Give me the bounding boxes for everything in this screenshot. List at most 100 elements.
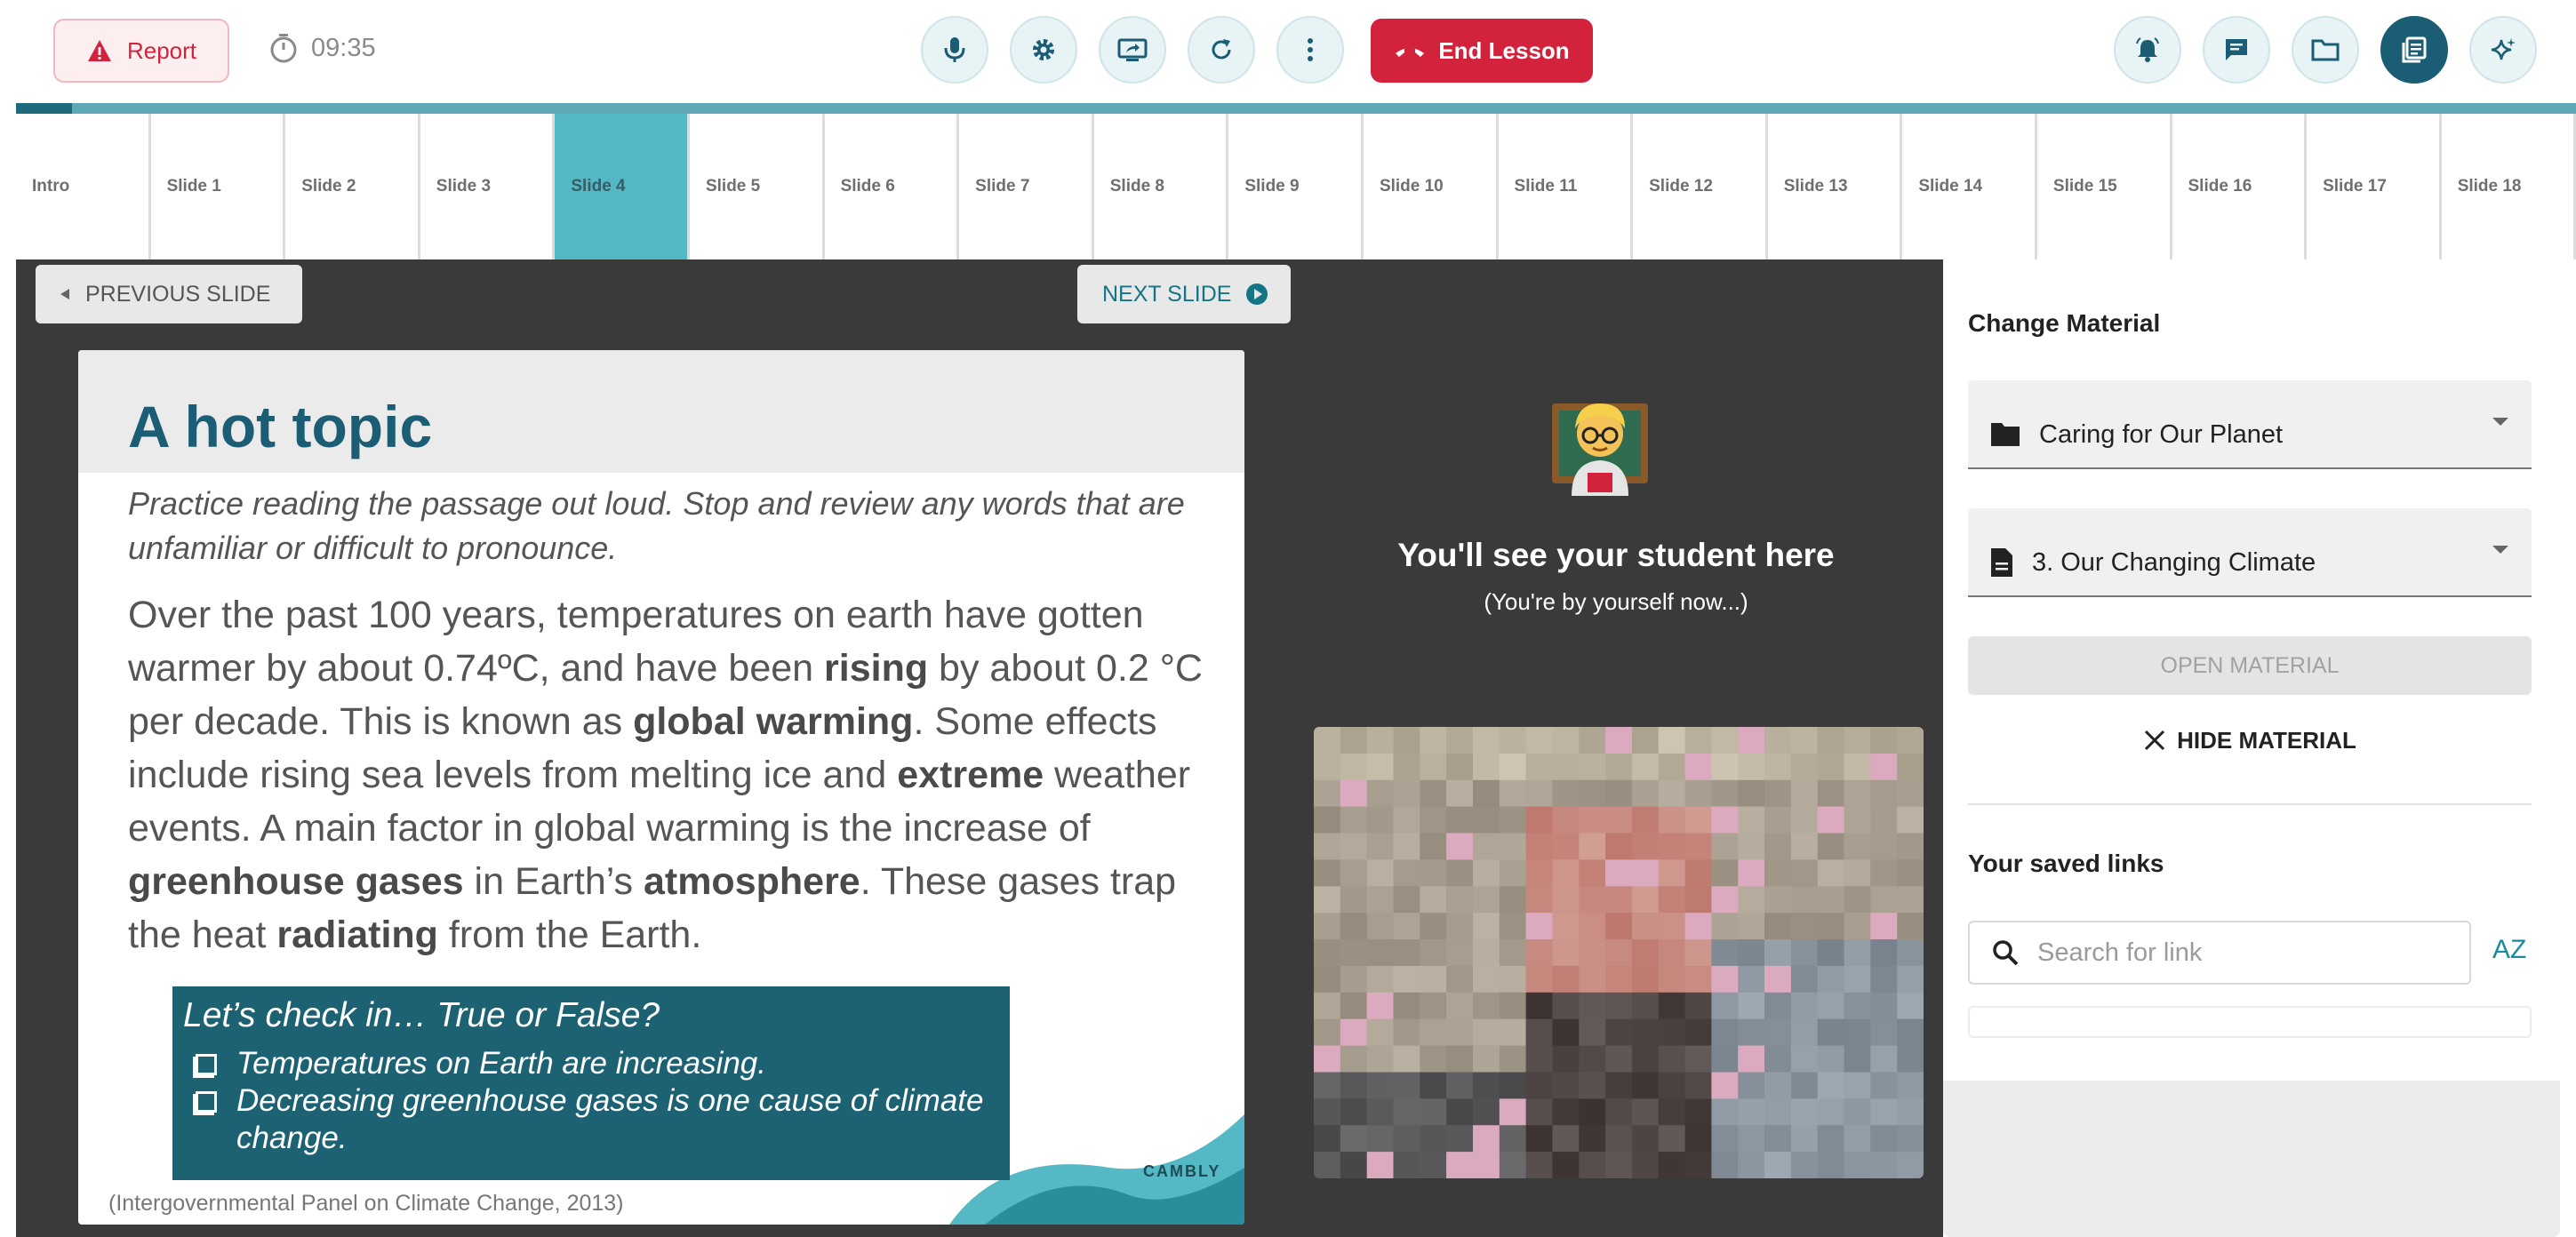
student-placeholder-subtitle: (You're by yourself now...): [1484, 588, 1748, 615]
chevron-down-icon: [2492, 546, 2508, 554]
slide-tab-slide-18[interactable]: Slide 18: [2442, 114, 2576, 259]
material-button[interactable]: [2380, 16, 2448, 84]
slide-tab-slide-13[interactable]: Slide 13: [1768, 114, 1903, 259]
slide-tab-slide-12[interactable]: Slide 12: [1633, 114, 1768, 259]
microphone-icon: [942, 36, 967, 64]
chat-icon: [2223, 36, 2250, 63]
previous-slide-button[interactable]: PREVIOUS SLIDE: [36, 265, 302, 323]
sort-az-button[interactable]: AZ: [2492, 935, 2526, 965]
sparkle-icon: [2490, 36, 2516, 63]
passage-keyword: greenhouse gases: [128, 860, 464, 903]
notifications-button[interactable]: [2114, 16, 2181, 84]
ai-assistant-button[interactable]: [2469, 16, 2537, 84]
lesson-timer: 09:35: [268, 32, 376, 64]
material-book-icon: [2400, 36, 2428, 64]
slide-tab-slide-8[interactable]: Slide 8: [1094, 114, 1229, 259]
microphone-button[interactable]: [921, 16, 988, 84]
material-select[interactable]: 3. Our Changing Climate: [1968, 508, 2532, 597]
search-icon: [1991, 938, 2020, 967]
more-options-button[interactable]: [1276, 16, 1344, 84]
slide-tab-slide-6[interactable]: Slide 6: [825, 114, 960, 259]
slide-tab-intro[interactable]: Intro: [16, 114, 151, 259]
passage-keyword: extreme: [897, 754, 1044, 796]
teacher-video-feed: [1314, 727, 1924, 1178]
slide-tab-slide-15[interactable]: Slide 15: [2037, 114, 2172, 259]
settings-button[interactable]: [1010, 16, 1077, 84]
timer-value: 09:35: [311, 33, 376, 62]
slide-tab-slide-16[interactable]: Slide 16: [2172, 114, 2308, 259]
play-circle-icon: [1245, 283, 1268, 306]
phone-hangup-icon: [1394, 43, 1426, 59]
chat-button[interactable]: [2203, 16, 2270, 84]
slide-tab-slide-2[interactable]: Slide 2: [285, 114, 420, 259]
passage-text: in Earth’s: [463, 860, 644, 903]
slide-tab-slide-14[interactable]: Slide 14: [1902, 114, 2037, 259]
passage-keyword: atmosphere: [643, 860, 860, 903]
close-icon: [2143, 729, 2166, 752]
next-slide-button[interactable]: NEXT SLIDE: [1077, 265, 1291, 323]
refresh-icon: [1209, 37, 1234, 62]
hide-material-label: HIDE MATERIAL: [2177, 726, 2356, 754]
check-in-box: Let’s check in… True or False? Temperatu…: [172, 986, 1010, 1180]
saved-links-list: [1968, 1006, 2532, 1038]
link-search-input[interactable]: [2037, 938, 2446, 968]
screen-share-button[interactable]: [1099, 16, 1166, 84]
panel-divider: [1968, 803, 2532, 805]
student-placeholder-title: You'll see your student here: [1397, 537, 1835, 573]
chevron-down-icon: [2492, 418, 2508, 426]
slide-source-citation: (Intergovernmental Panel on Climate Chan…: [108, 1191, 624, 1216]
check-in-list: Temperatures on Earth are increasing. Dec…: [183, 1045, 999, 1157]
passage-keyword: global warming: [633, 700, 914, 743]
top-toolbar: Report 09:35 End Lesson: [0, 0, 2576, 103]
timer-icon: [268, 32, 299, 64]
link-search-box: [1968, 921, 2471, 985]
check-in-title: Let’s check in… True or False?: [183, 996, 660, 1034]
lesson-progress-bar: [16, 103, 2576, 114]
slide-tab-slide-7[interactable]: Slide 7: [959, 114, 1094, 259]
saved-links-title: Your saved links: [1968, 850, 2164, 877]
slide-tab-slide-1[interactable]: Slide 1: [151, 114, 286, 259]
lesson-progress-fill: [16, 103, 73, 114]
folder-select[interactable]: Caring for Our Planet: [1968, 380, 2532, 469]
folder-select-value: Caring for Our Planet: [2039, 419, 2284, 449]
screen-share-icon: [1117, 37, 1148, 62]
slide-tab-slide-17[interactable]: Slide 17: [2307, 114, 2442, 259]
slide-tab-slide-11[interactable]: Slide 11: [1499, 114, 1634, 259]
warning-icon: [86, 38, 113, 63]
slide-tab-slide-5[interactable]: Slide 5: [690, 114, 825, 259]
refresh-button[interactable]: [1188, 16, 1255, 84]
play-left-icon: [59, 287, 71, 301]
slide-tab-slide-9[interactable]: Slide 9: [1228, 114, 1364, 259]
change-material-title: Change Material: [1968, 309, 2161, 337]
teacher-emoji-icon: [1548, 393, 1652, 496]
notification-bell-icon: [2134, 36, 2161, 63]
check-in-item: Decreasing greenhouse gases is one cause…: [183, 1082, 999, 1157]
passage-keyword: rising: [824, 647, 929, 690]
passage-keyword: radiating: [276, 914, 438, 956]
material-select-value: 3. Our Changing Climate: [2032, 547, 2316, 577]
previous-slide-label: PREVIOUS SLIDE: [85, 281, 271, 307]
check-in-item-label: Decreasing greenhouse gases is one cause…: [236, 1083, 984, 1155]
slide-card: A hot topic Practice reading the passage…: [78, 350, 1244, 1225]
panel-footer: [1943, 1081, 2560, 1237]
slide-instructions: Practice reading the passage out loud. S…: [128, 485, 1185, 566]
slide-tab-slide-3[interactable]: Slide 3: [420, 114, 556, 259]
slide-title: A hot topic: [128, 394, 433, 459]
open-material-button[interactable]: OPEN MATERIAL: [1968, 636, 2532, 695]
slide-tabs: Intro Slide 1 Slide 2 Slide 3 Slide 4 Slide 5…: [16, 114, 2576, 259]
check-in-item: Temperatures on Earth are increasing.: [183, 1045, 999, 1082]
more-vertical-icon: [1307, 37, 1314, 62]
end-lesson-label: End Lesson: [1438, 36, 1570, 64]
material-panel: Change Material Caring for Our Planet 3.…: [1943, 265, 2560, 1237]
next-slide-label: NEXT SLIDE: [1102, 281, 1232, 307]
folder-icon: [2311, 38, 2340, 61]
files-button[interactable]: [2292, 16, 2359, 84]
file-icon: [1989, 547, 2014, 579]
slide-tab-slide-10[interactable]: Slide 10: [1364, 114, 1499, 259]
end-lesson-button[interactable]: End Lesson: [1371, 19, 1593, 83]
check-in-item-label: Temperatures on Earth are increasing.: [236, 1046, 766, 1081]
hide-material-button[interactable]: HIDE MATERIAL: [1968, 718, 2532, 762]
report-button[interactable]: Report: [53, 19, 229, 83]
slide-tab-slide-4[interactable]: Slide 4: [555, 114, 690, 259]
slide-passage: Over the past 100 years, temperatures on…: [128, 588, 1212, 962]
